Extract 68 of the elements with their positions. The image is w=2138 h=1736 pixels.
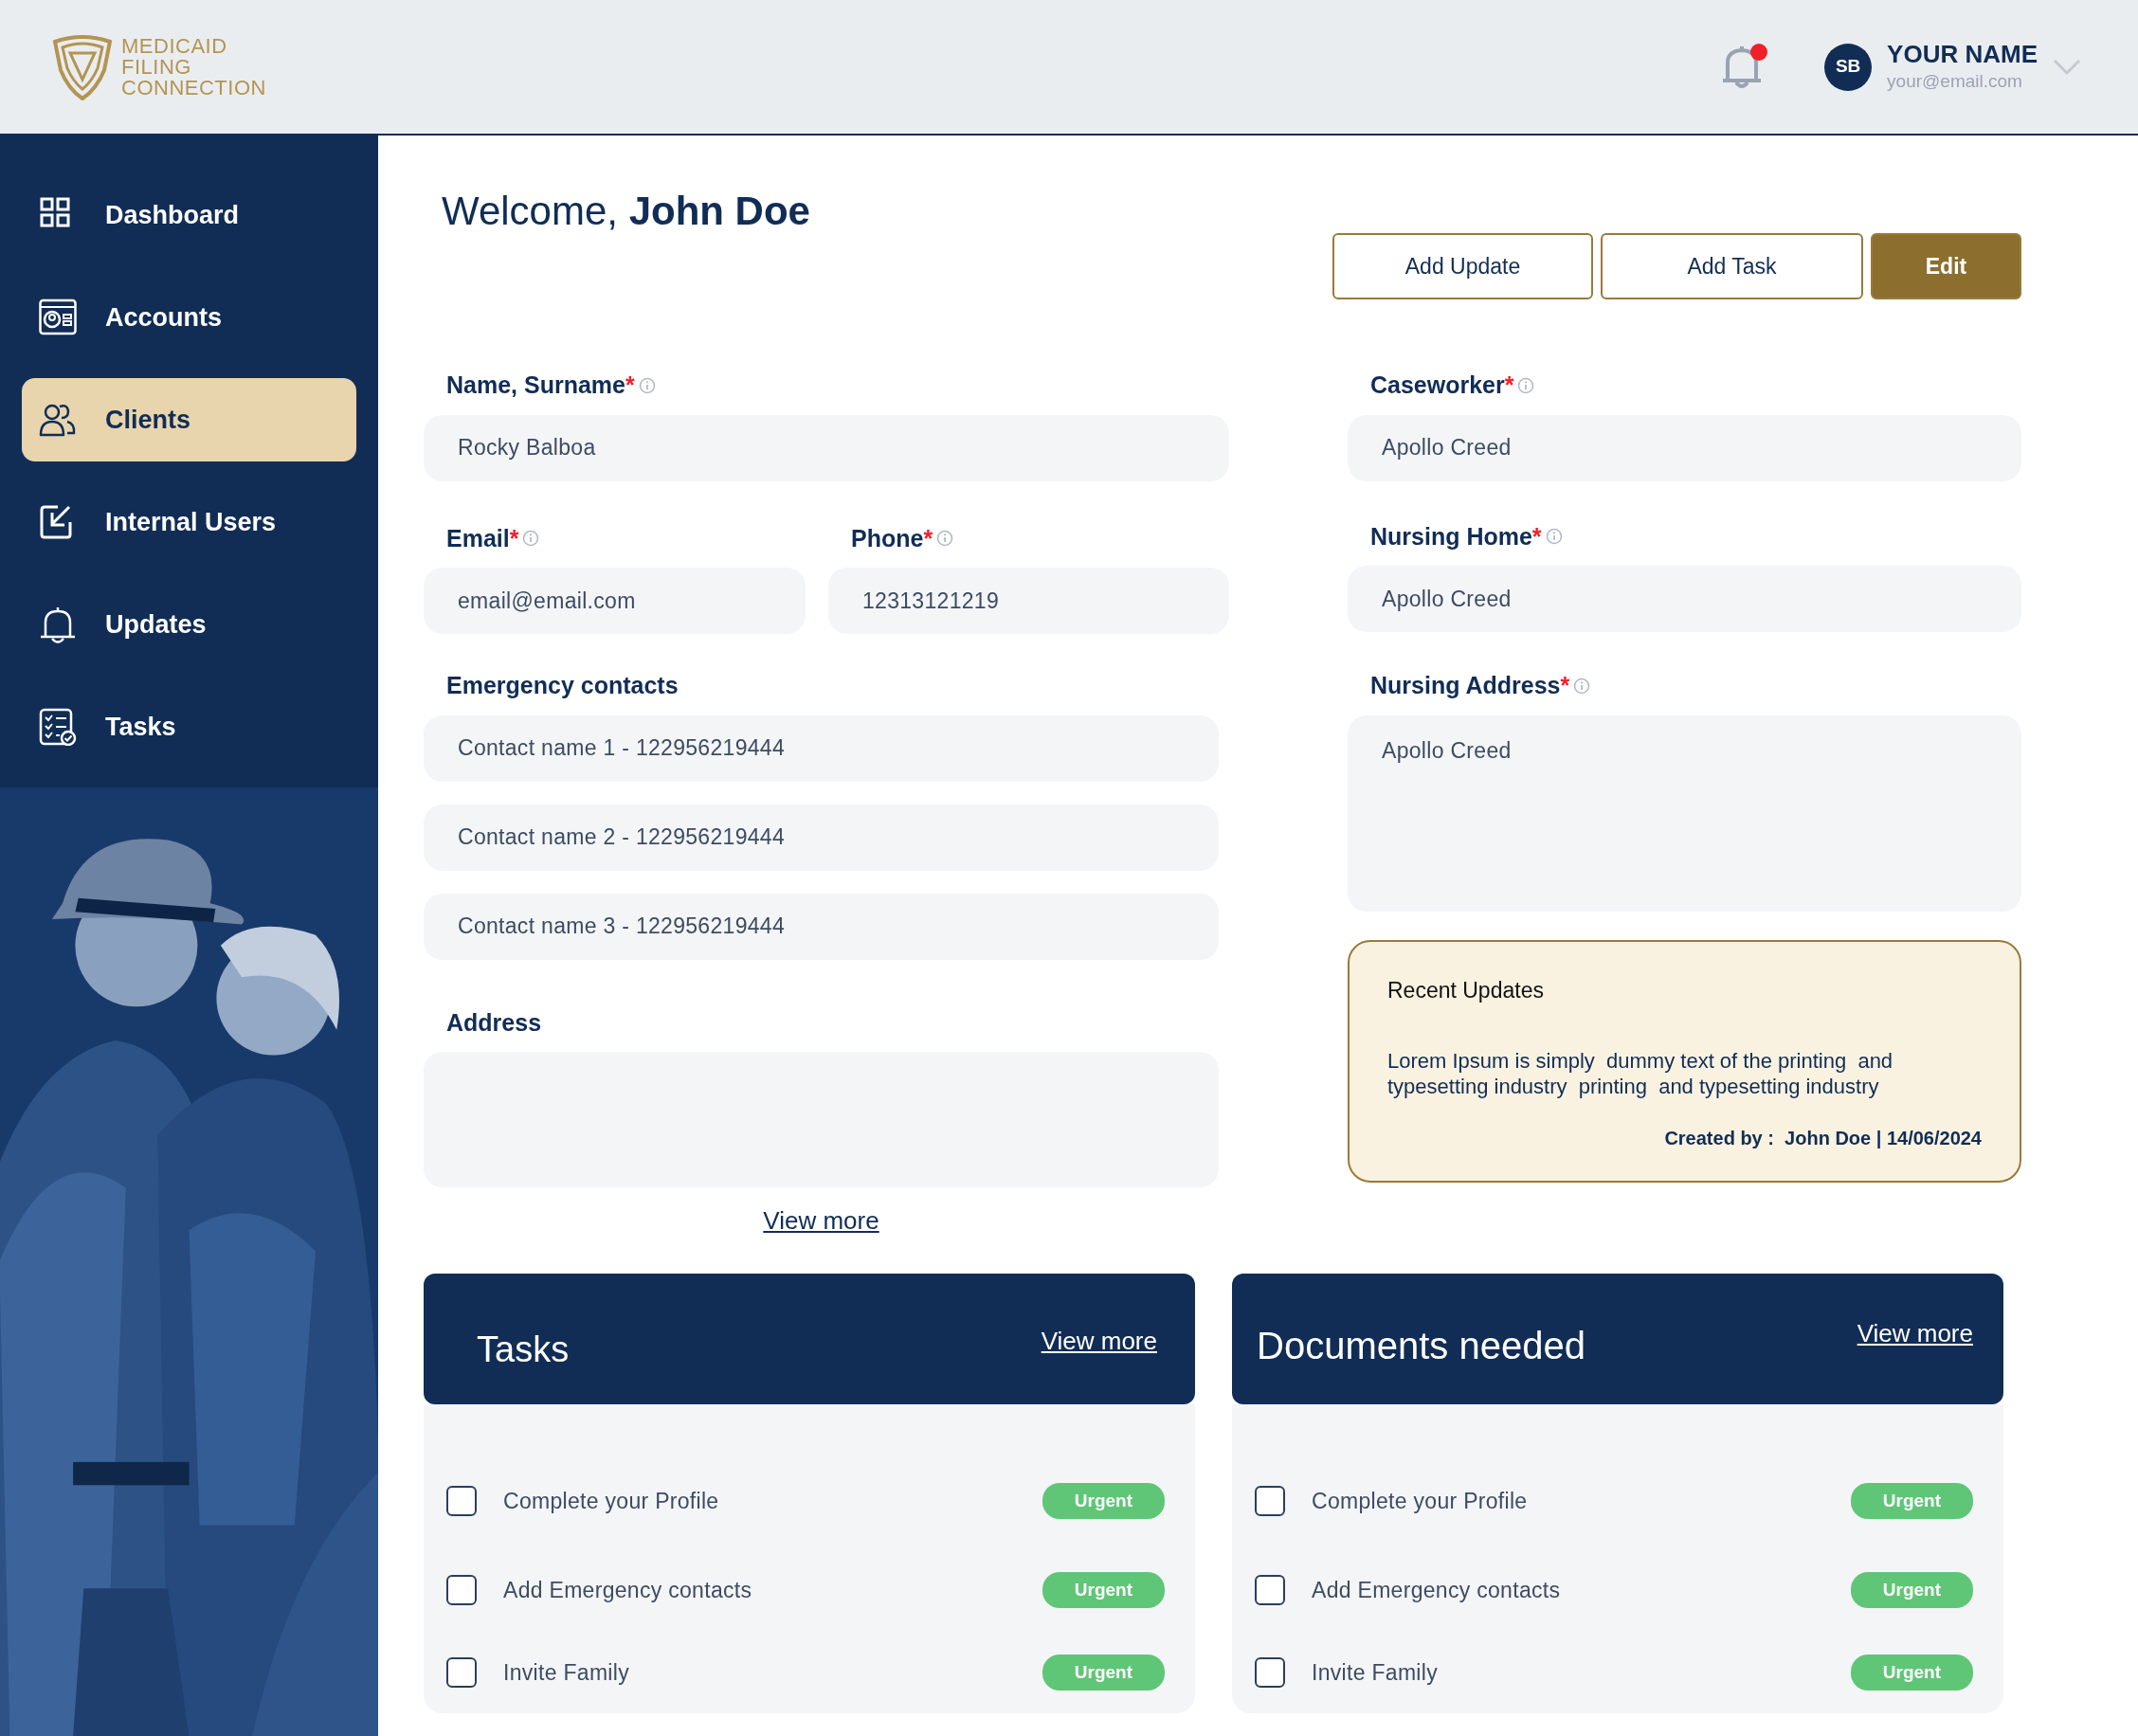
action-button[interactable]: Add Task [1601, 233, 1863, 299]
field-label: Nursing Address* [1370, 671, 1570, 700]
urgent-tag: Urgent [1850, 1482, 1973, 1520]
input-field[interactable]: Apollo Creed [1348, 566, 2021, 632]
field-label: Caseworker* [1370, 371, 1514, 400]
bell-icon [39, 606, 77, 643]
info-icon[interactable] [936, 530, 954, 548]
task-label: Invite Family [1312, 1658, 1439, 1687]
created-by-text: Created by : John Doe | 14/06/2024 [1663, 1127, 1982, 1150]
chevron-down-icon[interactable] [2053, 58, 2081, 76]
task-label: Add Emergency contacts [503, 1576, 753, 1604]
urgent-tag: Urgent [1042, 1654, 1165, 1691]
urgent-tag: Urgent [1042, 1571, 1165, 1609]
info-icon[interactable] [638, 376, 656, 394]
field-label: Address [446, 1007, 543, 1038]
input-field[interactable]: Contact name 2 - 122956219444 [424, 804, 1219, 871]
checkbox[interactable] [1255, 1657, 1285, 1688]
field-label: Emergency contacts [446, 671, 679, 700]
view-more-link[interactable]: View more [1857, 1274, 2003, 1404]
sidebar-item[interactable]: Dashboard [22, 173, 356, 257]
info-icon[interactable] [522, 530, 540, 548]
sidebar-item[interactable]: Internal Users [22, 480, 356, 564]
view-more-link[interactable]: View more [1041, 1274, 1195, 1404]
sidebar-item[interactable]: Updates [22, 583, 356, 666]
info-icon[interactable] [1573, 677, 1591, 695]
checkbox[interactable] [446, 1575, 477, 1605]
action-button[interactable]: Add Update [1332, 233, 1593, 299]
input-field[interactable]: Contact name 3 - 122956219444 [424, 893, 1219, 960]
input-field[interactable]: Rocky Balboa [424, 414, 1229, 481]
field-label: Name, Surname* [446, 371, 635, 400]
field-label: Email* [446, 523, 519, 553]
urgent-tag: Urgent [1042, 1482, 1165, 1520]
user-name: YOUR NAME [1887, 39, 2038, 68]
urgent-tag: Urgent [1850, 1571, 1973, 1609]
panel-title: Documents needed [1256, 1324, 1585, 1368]
checkbox[interactable] [446, 1486, 477, 1516]
input-field[interactable]: Apollo Creed [1348, 714, 2021, 912]
info-icon[interactable] [1517, 376, 1535, 394]
updates-title: Recent Updates [1387, 976, 1545, 1004]
logo-shield-icon [51, 33, 114, 100]
info-icon[interactable] [1545, 528, 1563, 546]
task-label: Add Emergency contacts [1312, 1576, 1562, 1604]
edit-button[interactable]: Edit [1871, 233, 2021, 299]
input-field[interactable]: Apollo Creed [1348, 414, 2021, 481]
input-field[interactable]: Contact name 1 - 122956219444 [424, 714, 1219, 782]
task-label: Invite Family [503, 1658, 630, 1687]
id-card-icon [39, 298, 77, 336]
field-label: Nursing Home* [1370, 521, 1542, 552]
checkbox[interactable] [1255, 1575, 1285, 1605]
sidebar-item[interactable]: Tasks [22, 685, 356, 769]
avatar[interactable]: SB [1824, 43, 1873, 91]
sidebar-item[interactable]: Clients [22, 378, 356, 461]
view-more-link[interactable]: View more [763, 1206, 879, 1235]
input-field[interactable]: 12313121219 [828, 568, 1229, 634]
checklist-icon [39, 708, 77, 746]
task-label: Complete your Profile [1312, 1487, 1529, 1515]
input-field[interactable]: email@email.com [424, 568, 806, 634]
updates-text: Lorem Ipsum is simply dummy text of the printing and typesetting industry printing and typesetting industry [1387, 1048, 1894, 1099]
field-label: Phone* [851, 523, 933, 553]
user-email: your@email.com [1887, 69, 2023, 93]
urgent-tag: Urgent [1850, 1654, 1973, 1691]
panel-title: Tasks [476, 1329, 570, 1371]
sidebar-item[interactable]: Accounts [22, 276, 356, 359]
task-label: Complete your Profile [503, 1487, 720, 1515]
welcome-heading: Welcome, John Doe [442, 188, 810, 235]
checkbox[interactable] [1255, 1486, 1285, 1516]
checkbox[interactable] [446, 1657, 477, 1688]
logo-text: MEDICAID FILING CONNECTION [121, 35, 266, 99]
